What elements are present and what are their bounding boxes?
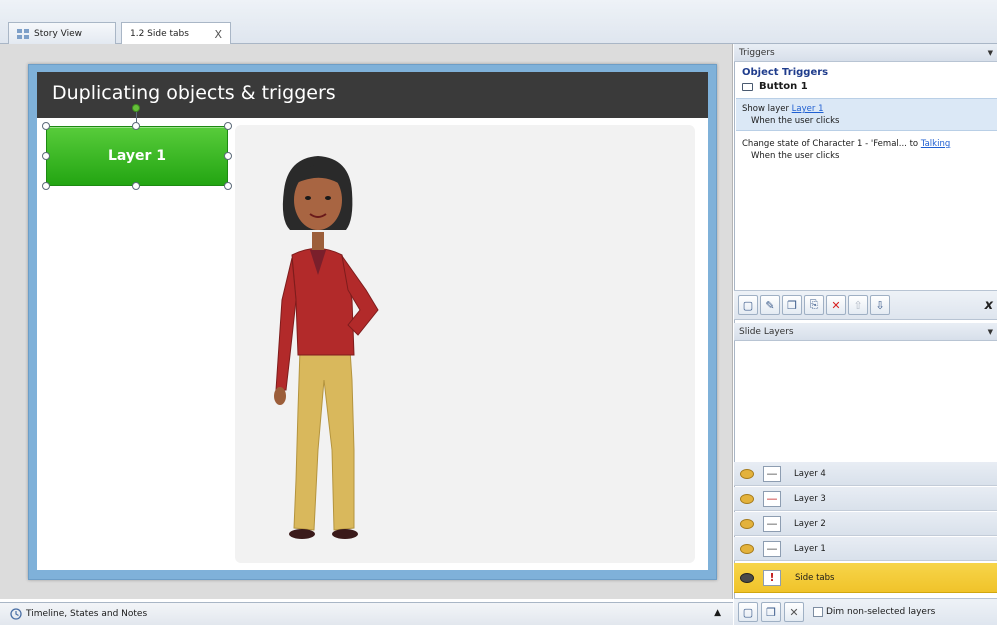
timeline-label: Timeline, States and Notes bbox=[26, 609, 148, 619]
trigger-action: Show layer bbox=[742, 104, 789, 114]
layer-properties-icon[interactable]: — bbox=[763, 540, 781, 557]
base-layer-properties-icon[interactable]: ! bbox=[763, 569, 781, 586]
object-triggers-title: Object Triggers bbox=[742, 67, 829, 78]
trigger-action: Change state of Character 1 - 'Femal... … bbox=[742, 139, 919, 149]
resize-handle-e[interactable] bbox=[224, 152, 232, 160]
layers-toolbar: ▢ ❐ ✕ Dim non-selected layers bbox=[734, 598, 997, 625]
layer-1-button-label: Layer 1 bbox=[107, 148, 167, 164]
trigger-target-link[interactable]: Layer 1 bbox=[792, 104, 824, 114]
story-view-icon bbox=[17, 28, 29, 39]
trigger-condition: When the user clicks bbox=[751, 116, 840, 126]
layer-name: Layer 4 bbox=[794, 468, 826, 479]
layer-visibility-icon[interactable] bbox=[740, 518, 754, 529]
new-trigger-icon[interactable]: ▢ bbox=[738, 295, 758, 315]
triggers-toolbar: ▢ ✎ ❐ ⎘ ✕ ⇧ ⇩ x bbox=[734, 290, 997, 320]
layer-row-1[interactable]: — Layer 1 bbox=[734, 537, 997, 561]
layer-name: Layer 2 bbox=[794, 518, 826, 529]
delete-trigger-icon[interactable]: ✕ bbox=[826, 295, 846, 315]
expand-caret-icon[interactable]: ▲ bbox=[714, 608, 721, 618]
base-layer-visibility-icon[interactable] bbox=[740, 572, 754, 583]
slide-layers-panel-header[interactable]: Slide Layers ▼ bbox=[734, 323, 997, 341]
tab-story-view-label: Story View bbox=[34, 28, 82, 39]
trigger-object-name: Button 1 bbox=[759, 81, 808, 92]
trigger-item-show-layer[interactable]: Show layer Layer 1 When the user clicks bbox=[736, 98, 997, 131]
paste-trigger-icon[interactable]: ⎘ bbox=[804, 295, 824, 315]
delete-layer-icon[interactable]: ✕ bbox=[784, 602, 804, 622]
edit-trigger-icon[interactable]: ✎ bbox=[760, 295, 780, 315]
dim-non-selected-label: Dim non-selected layers bbox=[826, 607, 936, 617]
resize-handle-nw[interactable] bbox=[42, 122, 50, 130]
button-object-icon bbox=[742, 82, 753, 91]
resize-handle-n[interactable] bbox=[132, 122, 140, 130]
resize-handle-s[interactable] bbox=[132, 182, 140, 190]
resize-handle-se[interactable] bbox=[224, 182, 232, 190]
new-layer-icon[interactable]: ▢ bbox=[738, 602, 758, 622]
variables-icon[interactable]: x bbox=[985, 298, 993, 313]
layer-name: Layer 3 bbox=[794, 493, 826, 504]
rotation-handle[interactable] bbox=[132, 104, 140, 112]
layer-visibility-icon[interactable] bbox=[740, 543, 754, 554]
layer-properties-icon[interactable]: — bbox=[763, 490, 781, 507]
dim-non-selected-checkbox[interactable] bbox=[813, 607, 823, 617]
trigger-item-change-state[interactable]: Change state of Character 1 - 'Femal... … bbox=[736, 134, 997, 167]
tab-slide[interactable]: 1.2 Side tabs X bbox=[121, 22, 231, 45]
trigger-condition: When the user clicks bbox=[751, 151, 840, 161]
panel-menu-caret-icon[interactable]: ▼ bbox=[988, 49, 993, 57]
layer-row-3[interactable]: — Layer 3 bbox=[734, 487, 997, 511]
tab-slide-label: 1.2 Side tabs bbox=[130, 29, 189, 39]
copy-trigger-icon[interactable]: ❐ bbox=[782, 295, 802, 315]
character-illustration[interactable] bbox=[262, 150, 392, 550]
duplicate-layer-icon[interactable]: ❐ bbox=[761, 602, 781, 622]
layer-row-4[interactable]: — Layer 4 bbox=[734, 462, 997, 486]
timeline-states-notes-bar[interactable]: Timeline, States and Notes ▲ bbox=[0, 602, 733, 625]
trigger-target-link[interactable]: Talking bbox=[921, 139, 950, 149]
trigger-object-button-1[interactable]: Button 1 bbox=[742, 81, 808, 92]
slide-title[interactable]: Duplicating objects & triggers bbox=[52, 82, 336, 104]
base-layer-row[interactable]: ! Side tabs bbox=[734, 563, 997, 593]
move-up-icon[interactable]: ⇧ bbox=[848, 295, 868, 315]
move-down-icon[interactable]: ⇩ bbox=[870, 295, 890, 315]
tab-story-view[interactable]: Story View bbox=[8, 22, 116, 44]
layer-name: Layer 1 bbox=[794, 543, 826, 554]
close-tab-icon[interactable]: X bbox=[214, 28, 222, 41]
layer-1-button[interactable]: Layer 1 bbox=[46, 126, 228, 186]
resize-handle-sw[interactable] bbox=[42, 182, 50, 190]
resize-handle-w[interactable] bbox=[42, 152, 50, 160]
slide-layers-header-label: Slide Layers bbox=[739, 326, 794, 337]
layer-row-2[interactable]: — Layer 2 bbox=[734, 512, 997, 536]
layer-properties-icon[interactable]: — bbox=[763, 515, 781, 532]
tab-bar: Story View 1.2 Side tabs X bbox=[0, 0, 997, 45]
triggers-header-label: Triggers bbox=[739, 47, 775, 58]
triggers-panel-header[interactable]: Triggers ▼ bbox=[734, 44, 997, 62]
layer-visibility-icon[interactable] bbox=[740, 468, 754, 479]
timeline-icon bbox=[10, 608, 22, 620]
layer-properties-icon[interactable]: — bbox=[763, 465, 781, 482]
panel-menu-caret-icon[interactable]: ▼ bbox=[988, 328, 993, 336]
layer-visibility-icon[interactable] bbox=[740, 493, 754, 504]
resize-handle-ne[interactable] bbox=[224, 122, 232, 130]
base-layer-name: Side tabs bbox=[795, 572, 835, 583]
